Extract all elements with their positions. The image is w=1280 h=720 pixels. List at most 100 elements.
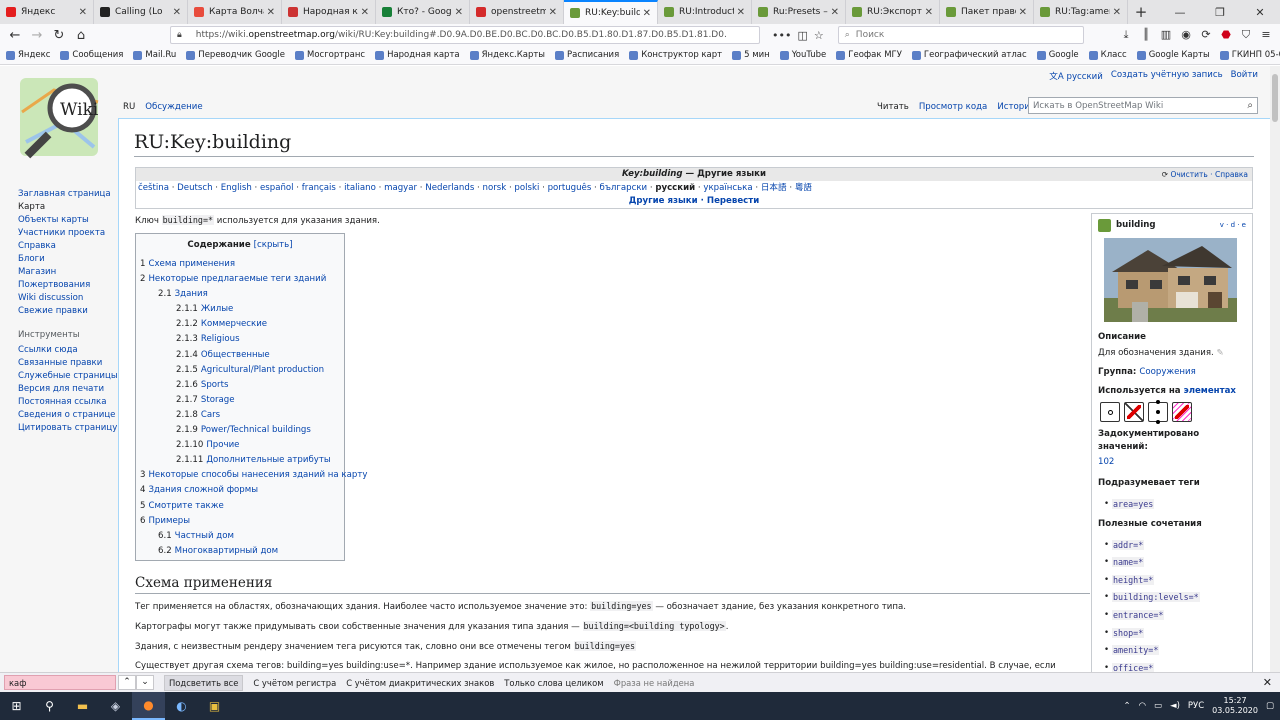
browser-tab[interactable]: RU:Introductio✕ — [658, 0, 752, 24]
sidebar-tool-item[interactable]: Сведения о странице — [18, 409, 118, 422]
toc-item[interactable]: 6 Примеры — [140, 514, 340, 529]
browser-tab[interactable]: Карта Волчанс✕ — [188, 0, 282, 24]
sidebar-tool-item[interactable]: Связанные правки — [18, 357, 118, 370]
toc-item[interactable]: 6.2 Многоквартирный дом — [140, 544, 340, 559]
language-link[interactable]: български — [600, 183, 648, 193]
tab-read[interactable]: Читать — [872, 100, 914, 114]
match-case-toggle[interactable]: С учётом регистра — [253, 678, 336, 688]
login-link[interactable]: Войти — [1231, 70, 1258, 82]
pocket-icon[interactable]: ◫ — [797, 29, 807, 42]
bookmark-item[interactable]: Народная карта — [375, 50, 460, 60]
diacritics-toggle[interactable]: С учётом диакритических знаков — [346, 678, 494, 688]
bookmark-item[interactable]: Google Карты — [1136, 50, 1210, 60]
bookmark-item[interactable]: Яндекс — [6, 50, 50, 60]
browser-tab[interactable]: RU:Экспорт —✕ — [846, 0, 940, 24]
network-app-icon[interactable]: ◐ — [165, 692, 198, 720]
bookmark-item[interactable]: Расписания — [555, 50, 619, 60]
more-languages-link[interactable]: Другие языки · Перевести — [136, 195, 1252, 207]
browser-tab[interactable]: RU:Tag:amenity✕ — [1034, 0, 1128, 24]
sync-icon[interactable]: ⟳ — [1196, 28, 1216, 42]
browser-tab[interactable]: Яндекс ✕ — [0, 0, 94, 24]
bookmark-item[interactable]: Mail.Ru — [133, 50, 176, 60]
toc-item[interactable]: 2.1.7 Storage — [140, 393, 340, 408]
browser-tab[interactable]: Кто? - Google✕ — [376, 0, 470, 24]
bookmark-item[interactable]: Геофак МГУ — [836, 50, 902, 60]
browser-tab[interactable]: Народная карт✕ — [282, 0, 376, 24]
volume-icon[interactable]: ◄) — [1170, 701, 1180, 711]
close-window-icon[interactable]: ✕ — [1240, 6, 1280, 19]
josm-icon[interactable]: ▣ — [198, 692, 231, 720]
highlight-all-toggle[interactable]: Подсветить все — [164, 674, 244, 691]
tab-close-icon[interactable]: ✕ — [643, 8, 651, 19]
intro-key-code[interactable]: building=* — [161, 215, 215, 225]
abp-icon[interactable]: ⬣ — [1216, 28, 1236, 42]
edit-pencil-icon[interactable]: ✎ — [1216, 348, 1223, 358]
browser-tab[interactable]: RU:Key:buildin✕ — [564, 0, 658, 24]
sidebar-nav-item[interactable]: Магазин — [18, 266, 118, 279]
sidebar-tool-item[interactable]: Цитировать страницу — [18, 422, 118, 435]
wiki-search-input[interactable]: Искать в OpenStreetMap Wiki ⌕ — [1028, 97, 1258, 114]
sidebar-tool-item[interactable]: Служебные страницы — [18, 370, 118, 383]
notifications-icon[interactable]: ▢ — [1266, 701, 1274, 711]
tag-item[interactable]: amenity=* — [1104, 642, 1246, 660]
find-next-button[interactable]: ⌄ — [136, 675, 154, 690]
file-explorer-icon[interactable]: ▬ — [66, 692, 99, 720]
browser-search-input[interactable]: ⌕ Поиск — [837, 26, 1084, 44]
battery-icon[interactable]: ▭ — [1154, 701, 1162, 711]
bookmark-star-icon[interactable]: ☆ — [814, 29, 824, 42]
documented-values-count[interactable]: 102 — [1098, 457, 1114, 467]
bookmark-item[interactable]: Яндекс.Карты — [469, 50, 545, 60]
tray-chevron-icon[interactable]: ⌃ — [1123, 701, 1130, 711]
toc-item[interactable]: 2.1.3 Religious — [140, 332, 340, 347]
search-icon[interactable]: ⚲ — [33, 692, 66, 720]
menu-icon[interactable]: ≡ — [1256, 28, 1276, 42]
tab-close-icon[interactable]: ✕ — [1113, 7, 1121, 18]
find-previous-button[interactable]: ⌃ — [118, 675, 136, 690]
tag-item[interactable]: height=* — [1104, 572, 1246, 590]
node-icon[interactable] — [1100, 402, 1120, 422]
tab-close-icon[interactable]: ✕ — [1019, 7, 1027, 18]
sidebar-tool-item[interactable]: Версия для печати — [18, 383, 118, 396]
keyboard-language[interactable]: РУС — [1188, 701, 1204, 711]
firefox-icon[interactable]: ● — [132, 692, 165, 720]
downloads-icon[interactable]: ⤓ — [1116, 28, 1136, 42]
tab-close-icon[interactable]: ✕ — [549, 7, 557, 18]
toc-item[interactable]: 1 Схема применения — [140, 257, 340, 272]
language-link[interactable]: čeština — [138, 183, 169, 193]
tab-close-icon[interactable]: ✕ — [361, 7, 369, 18]
find-input[interactable]: каф — [4, 675, 116, 690]
tab-ru[interactable]: RU — [118, 100, 140, 114]
tab-close-icon[interactable]: ✕ — [925, 7, 933, 18]
toc-item[interactable]: 2.1.10 Прочие — [140, 438, 340, 453]
sidebar-nav-item[interactable]: Блоги — [18, 253, 118, 266]
tab-close-icon[interactable]: ✕ — [455, 7, 463, 18]
tab-close-icon[interactable]: ✕ — [79, 7, 87, 18]
language-link[interactable]: українська — [703, 183, 752, 193]
language-link[interactable]: italiano — [344, 183, 376, 193]
toc-item[interactable]: 2.1.5 Agricultural/Plant production — [140, 363, 340, 378]
browser-tab[interactable]: openstreetmap✕ — [470, 0, 564, 24]
area-icon[interactable] — [1148, 400, 1168, 424]
minimize-icon[interactable]: — — [1160, 6, 1200, 19]
code-building-yes-2[interactable]: building=yes — [573, 641, 637, 651]
tag-item[interactable]: name=* — [1104, 554, 1246, 572]
purge-help-links[interactable]: ⟳ Очистить · Справка — [1162, 168, 1248, 181]
sidebar-nav-item[interactable]: Пожертвования — [18, 279, 118, 292]
language-link[interactable]: magyar — [384, 183, 417, 193]
sidebar-nav-item[interactable]: Карта — [18, 201, 118, 214]
language-link[interactable]: 粵語 — [795, 183, 812, 193]
language-link[interactable]: norsk — [483, 183, 507, 193]
bookmark-item[interactable]: Переводчик Google — [186, 50, 285, 60]
browser-tab[interactable]: Пакет правок✕ — [940, 0, 1034, 24]
account-icon[interactable]: ◉ — [1176, 28, 1196, 42]
browser-tab[interactable]: Calling (Lo ✕ — [94, 0, 188, 24]
toc-item[interactable]: 2.1.4 Общественные — [140, 348, 340, 363]
toc-item[interactable]: 4 Здания сложной формы — [140, 483, 340, 498]
sidebar-nav-item[interactable]: Участники проекта — [18, 227, 118, 240]
language-link[interactable]: português — [548, 183, 592, 193]
back-icon[interactable]: ← — [4, 28, 26, 43]
relation-icon[interactable] — [1172, 402, 1192, 422]
vde-links[interactable]: v · d · e — [1220, 221, 1246, 229]
start-icon[interactable]: ⊞ — [0, 692, 33, 720]
language-link[interactable]: English — [221, 183, 252, 193]
